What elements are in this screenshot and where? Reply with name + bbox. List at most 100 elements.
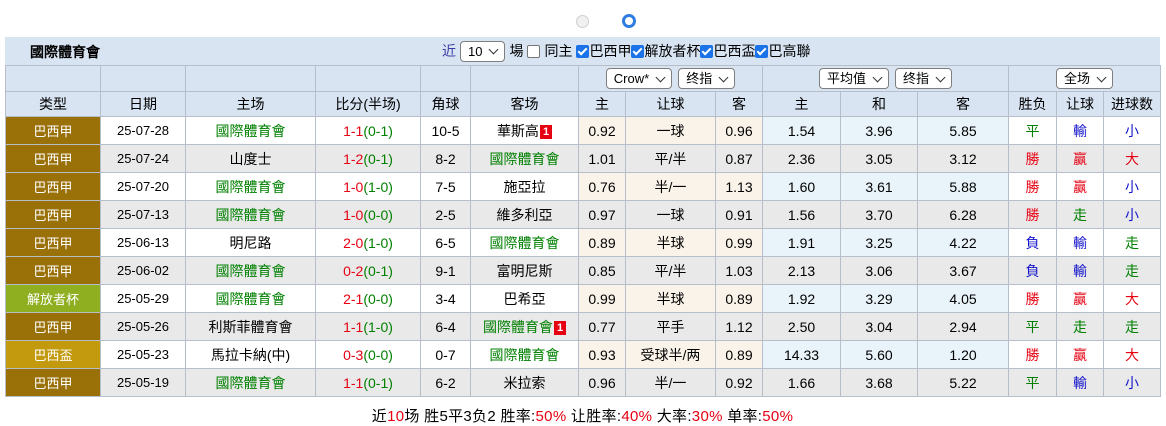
- bookmaker-stage-select[interactable]: 终指: [678, 68, 735, 89]
- avg-away-cell: 5.85: [918, 117, 1009, 145]
- avg-home-cell: 1.66: [763, 369, 841, 397]
- column-header-row: 类型 日期 主场 比分(半场) 角球 客场 主 让球 客 主 和 客 胜负 让球…: [6, 92, 1161, 117]
- result-handicap-cell: 輸: [1057, 117, 1104, 145]
- col-header-odds-home: 主: [579, 92, 626, 117]
- result-handicap-cell: 赢: [1057, 145, 1104, 173]
- date-cell: 25-05-29: [101, 285, 186, 313]
- result-wdl-cell: 負: [1009, 229, 1057, 257]
- summary-part: 40%: [621, 408, 652, 425]
- table-row: 巴西盃25-05-23馬拉卡納(中)0-3(0-0)0-7國際體育會0.93受球…: [6, 341, 1161, 369]
- result-goals-cell: 大: [1104, 285, 1161, 313]
- date-cell: 25-07-13: [101, 201, 186, 229]
- league-checkbox[interactable]: [755, 45, 768, 58]
- table-row: 巴西甲25-05-19國際體育會1-1(0-1)6-2米拉索0.96半/一0.9…: [6, 369, 1161, 397]
- summary-part: 50%: [536, 408, 567, 425]
- league-type-cell: 巴西甲: [6, 313, 101, 341]
- away-odds-cell: 0.89: [716, 341, 763, 369]
- average-stage-value: 终指: [903, 71, 929, 86]
- away-odds-cell: 0.87: [716, 145, 763, 173]
- result-wdl-cell: 勝: [1009, 145, 1057, 173]
- recent-results-panel: 近期戰績 豎版橫版 國際體育會 近 10 場 同主 巴西甲解放者杯巴西盃巴高聯: [5, 0, 1160, 422]
- away-odds-cell: 1.12: [716, 313, 763, 341]
- away-team-cell: 米拉索: [471, 369, 579, 397]
- league-type-cell: 巴西甲: [6, 201, 101, 229]
- layout-radio[interactable]: [622, 14, 636, 28]
- col-header-result-handicap: 让球: [1057, 92, 1104, 117]
- home-team-cell: 馬拉卡納(中): [186, 341, 316, 369]
- team-name: 國際體育會: [490, 235, 560, 251]
- score-cell: 1-1(0-1): [316, 369, 421, 397]
- spacer-cell: [186, 66, 316, 92]
- result-wdl-cell: 勝: [1009, 173, 1057, 201]
- chevron-down-icon: [936, 72, 946, 82]
- handicap-cell: 平手: [626, 313, 716, 341]
- fullmatch-select-group: 全场: [1009, 66, 1161, 92]
- avg-draw-cell: 3.05: [841, 145, 918, 173]
- date-cell: 25-06-02: [101, 257, 186, 285]
- league-label: 巴高聯: [768, 41, 810, 61]
- date-cell: 25-06-13: [101, 229, 186, 257]
- league-checkbox[interactable]: [700, 45, 713, 58]
- bookmaker-stage-value: 终指: [686, 71, 712, 86]
- handicap-cell: 受球半/两: [626, 341, 716, 369]
- home-team-cell: 利斯菲體育會: [186, 313, 316, 341]
- result-wdl-cell: 平: [1009, 313, 1057, 341]
- average-select[interactable]: 平均值: [819, 68, 889, 89]
- corners-cell: 8-2: [421, 145, 471, 173]
- handicap-cell: 一球: [626, 117, 716, 145]
- filter-controls: 近 10 場 同主 巴西甲解放者杯巴西盃巴高聯: [442, 39, 810, 63]
- score-cell: 0-2(0-1): [316, 257, 421, 285]
- result-wdl-cell: 平: [1009, 369, 1057, 397]
- table-row: 解放者杯25-05-29國際體育會2-1(0-0)3-4巴希亞0.99半球0.8…: [6, 285, 1161, 313]
- avg-away-cell: 4.05: [918, 285, 1009, 313]
- section-title: 近期戰績: [496, 10, 564, 34]
- league-checkbox[interactable]: [631, 45, 644, 58]
- bookmaker-select[interactable]: Crow*: [606, 68, 672, 89]
- avg-away-cell: 3.12: [918, 145, 1009, 173]
- team-name: 國際體育會: [216, 123, 286, 139]
- league-checkbox[interactable]: [576, 45, 589, 58]
- league-type-cell: 巴西甲: [6, 145, 101, 173]
- home-team-cell: 國際體育會: [186, 201, 316, 229]
- handicap-cell: 半/一: [626, 369, 716, 397]
- date-cell: 25-07-28: [101, 117, 186, 145]
- avg-away-cell: 4.22: [918, 229, 1009, 257]
- spacer-cell: [421, 66, 471, 92]
- chevron-down-icon: [719, 72, 729, 82]
- result-goals-cell: 走: [1104, 257, 1161, 285]
- handicap-cell: 半球: [626, 285, 716, 313]
- avg-draw-cell: 3.25: [841, 229, 918, 257]
- away-team-cell: 施亞拉: [471, 173, 579, 201]
- away-team-cell: 富明尼斯: [471, 257, 579, 285]
- result-handicap-cell: 輸: [1057, 257, 1104, 285]
- col-header-handicap: 让球: [626, 92, 716, 117]
- away-team-cell: 國際體育會: [471, 229, 579, 257]
- result-handicap-cell: 赢: [1057, 341, 1104, 369]
- result-handicap-cell: 赢: [1057, 285, 1104, 313]
- rank-badge: 1: [554, 321, 566, 335]
- recent-count-select[interactable]: 10: [460, 41, 505, 62]
- away-odds-cell: 1.13: [716, 173, 763, 201]
- date-cell: 25-07-20: [101, 173, 186, 201]
- league-label: 巴西甲: [589, 41, 631, 61]
- table-row: 巴西甲25-06-02國際體育會0-2(0-1)9-1富明尼斯0.85平/半1.…: [6, 257, 1161, 285]
- avg-home-cell: 1.91: [763, 229, 841, 257]
- date-cell: 25-07-24: [101, 145, 186, 173]
- avg-home-cell: 2.50: [763, 313, 841, 341]
- team-name: 利斯菲體育會: [209, 319, 293, 335]
- avg-home-cell: 1.56: [763, 201, 841, 229]
- league-type-cell: 巴西甲: [6, 257, 101, 285]
- layout-radio[interactable]: [576, 15, 589, 28]
- layout-radio-group: 豎版橫版: [576, 11, 669, 33]
- average-stage-select[interactable]: 终指: [895, 68, 952, 89]
- avg-home-cell: 2.36: [763, 145, 841, 173]
- score-cell: 1-1(0-1): [316, 117, 421, 145]
- fullmatch-select[interactable]: 全场: [1056, 68, 1113, 89]
- away-team-cell: 維多利亞: [471, 201, 579, 229]
- same-home-checkbox[interactable]: [527, 45, 540, 58]
- col-header-score: 比分(半场): [316, 92, 421, 117]
- col-header-away: 客场: [471, 92, 579, 117]
- spacer-cell: [316, 66, 421, 92]
- score-cell: 0-3(0-0): [316, 341, 421, 369]
- fullmatch-select-value: 全场: [1064, 71, 1090, 86]
